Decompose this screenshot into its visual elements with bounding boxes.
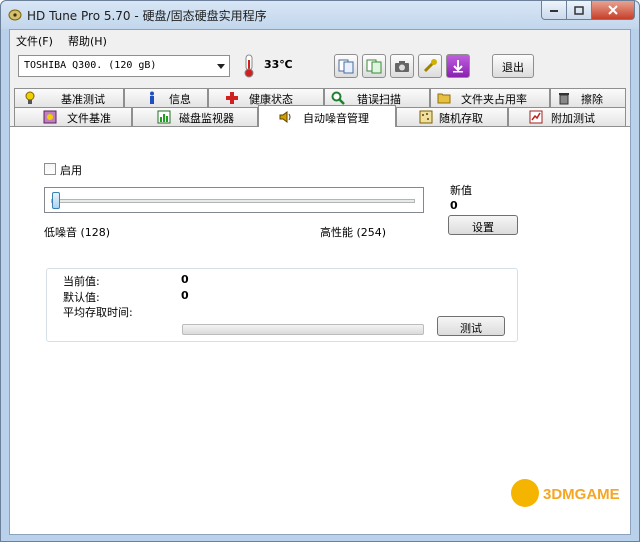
bar-chart-icon (157, 110, 171, 124)
close-icon (608, 5, 618, 15)
extra-tests-icon (529, 110, 543, 124)
watermark-logo-icon (511, 479, 539, 507)
speaker-icon (279, 111, 291, 123)
tab-aam[interactable]: 自动噪音管理 (258, 105, 396, 127)
average-access-time-label: 平均存取时间: (63, 306, 133, 319)
maximize-icon (574, 5, 584, 15)
tab-file-benchmark-label: 文件基准 (67, 112, 111, 125)
slider-thumb[interactable] (52, 192, 60, 209)
tab-file-benchmark[interactable]: 文件基准 (14, 107, 132, 126)
app-disk-icon (8, 9, 22, 21)
maximize-button[interactable] (566, 1, 592, 20)
folder-icon (437, 93, 451, 104)
watermark-text: 3DMGAME (543, 486, 620, 503)
aam-panel: 启用 低噪音 (128) 高性能 (254) 新值 0 设置 当前值: 0 默认… (10, 126, 630, 534)
current-value: 0 (181, 273, 189, 286)
tab-folder-usage-label: 文件夹占用率 (461, 93, 527, 106)
new-value: 0 (450, 199, 458, 212)
tab-benchmark[interactable]: 基准测试 (14, 88, 124, 107)
test-progress-bar (182, 324, 424, 335)
aam-slider[interactable] (44, 187, 424, 213)
camera-icon (395, 61, 409, 72)
options-button[interactable] (418, 54, 442, 78)
app-window: HD Tune Pro 5.70 - 硬盘/固态硬盘实用程序 文件(F) 帮助(… (0, 0, 640, 542)
lightbulb-icon (25, 91, 35, 104)
health-cross-icon (226, 92, 238, 104)
set-button[interactable]: 设置 (448, 215, 518, 235)
client-area: 文件(F) 帮助(H) TOSHIBA Q300. (120 gB) 33℃ 退… (9, 29, 631, 535)
close-button[interactable] (591, 1, 635, 20)
minimize-icon (550, 10, 558, 12)
tab-disk-monitor-label: 磁盘监视器 (179, 112, 234, 125)
tab-info[interactable]: 信息 (124, 88, 208, 107)
copy-info-button[interactable] (334, 54, 358, 78)
current-value-label: 当前值: (63, 275, 100, 288)
window-title: HD Tune Pro 5.70 - 硬盘/固态硬盘实用程序 (27, 9, 267, 23)
menu-bar: 文件(F) 帮助(H) (10, 30, 630, 50)
toolbar: TOSHIBA Q300. (120 gB) 33℃ 退出 (10, 50, 630, 82)
tab-benchmark-label: 基准测试 (61, 93, 105, 106)
drive-select[interactable]: TOSHIBA Q300. (120 gB) (18, 55, 230, 77)
default-value-label: 默认值: (63, 291, 100, 304)
trash-icon (559, 93, 569, 105)
chevron-down-icon (217, 64, 225, 69)
temperature-value: 33℃ (264, 58, 293, 71)
default-value: 0 (181, 289, 189, 302)
slider-track (51, 199, 415, 203)
random-access-icon (419, 110, 433, 124)
enable-checkbox[interactable] (44, 163, 56, 175)
minimize-button[interactable] (541, 1, 567, 20)
tab-row-bottom: 文件基准 磁盘监视器 自动噪音管理 随机存取 附加测试 (10, 105, 630, 127)
high-performance-label: 高性能 (254) (320, 226, 387, 239)
tab-random-access[interactable]: 随机存取 (396, 107, 508, 126)
magnifier-icon (331, 91, 345, 105)
measurement-group: 当前值: 0 默认值: 0 平均存取时间: 测试 (46, 268, 518, 342)
info-icon (150, 91, 154, 104)
tab-extra-tests[interactable]: 附加测试 (508, 107, 626, 126)
thermometer-icon (244, 54, 254, 78)
tab-erase-label: 擦除 (581, 93, 603, 106)
tab-erase[interactable]: 擦除 (550, 88, 626, 107)
tab-aam-label: 自动噪音管理 (303, 112, 369, 125)
tab-folder-usage[interactable]: 文件夹占用率 (430, 88, 550, 107)
options-icon (423, 59, 437, 73)
tab-random-access-label: 随机存取 (439, 112, 483, 125)
enable-label: 启用 (60, 164, 82, 177)
copy-info-icon (338, 59, 354, 74)
copy-screen-button[interactable] (362, 54, 386, 78)
copy-screen-icon (366, 59, 382, 74)
new-value-label: 新值 (450, 184, 472, 197)
menu-file[interactable]: 文件(F) (16, 33, 53, 49)
file-benchmark-icon (43, 110, 57, 124)
save-button[interactable] (446, 54, 470, 78)
test-button[interactable]: 测试 (437, 316, 505, 336)
tab-disk-monitor[interactable]: 磁盘监视器 (132, 107, 258, 126)
title-bar[interactable]: HD Tune Pro 5.70 - 硬盘/固态硬盘实用程序 (1, 1, 639, 29)
low-noise-label: 低噪音 (128) (44, 226, 111, 239)
exit-button[interactable]: 退出 (492, 54, 534, 78)
tab-extra-tests-label: 附加测试 (551, 112, 595, 125)
menu-help[interactable]: 帮助(H) (68, 33, 107, 49)
tab-info-label: 信息 (169, 93, 191, 106)
screenshot-button[interactable] (390, 54, 414, 78)
save-icon (453, 60, 463, 73)
drive-select-value: TOSHIBA Q300. (120 gB) (24, 60, 157, 71)
